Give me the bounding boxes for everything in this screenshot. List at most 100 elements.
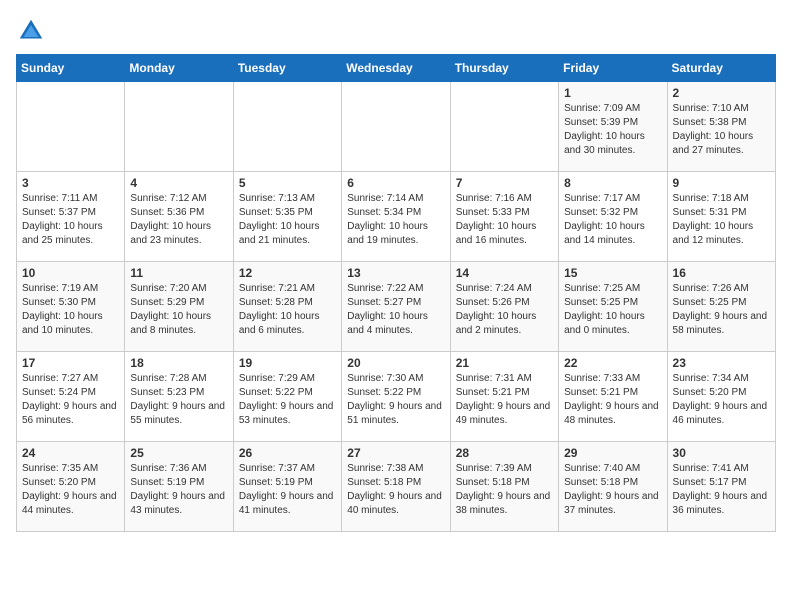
calendar-cell: 17 Sunrise: 7:27 AM Sunset: 5:24 PM Dayli… <box>17 352 125 442</box>
column-header-sunday: Sunday <box>17 55 125 82</box>
day-info: Sunrise: 7:29 AM Sunset: 5:22 PM Dayligh… <box>239 372 336 428</box>
calendar-cell: 16 Sunrise: 7:26 AM Sunset: 5:25 PM Dayli… <box>667 262 775 352</box>
day-info: Sunrise: 7:40 AM Sunset: 5:18 PM Dayligh… <box>564 462 661 518</box>
calendar-cell <box>125 82 233 172</box>
day-info: Sunrise: 7:27 AM Sunset: 5:24 PM Dayligh… <box>22 372 119 428</box>
day-number: 4 <box>130 176 227 190</box>
column-header-friday: Friday <box>559 55 667 82</box>
day-number: 29 <box>564 446 661 460</box>
day-number: 12 <box>239 266 336 280</box>
day-number: 18 <box>130 356 227 370</box>
day-info: Sunrise: 7:17 AM Sunset: 5:32 PM Dayligh… <box>564 192 661 248</box>
calendar-cell: 19 Sunrise: 7:29 AM Sunset: 5:22 PM Dayli… <box>233 352 341 442</box>
calendar-week-row: 24 Sunrise: 7:35 AM Sunset: 5:20 PM Dayli… <box>17 442 776 532</box>
day-number: 27 <box>347 446 444 460</box>
day-info: Sunrise: 7:14 AM Sunset: 5:34 PM Dayligh… <box>347 192 444 248</box>
day-number: 2 <box>673 86 770 100</box>
day-number: 15 <box>564 266 661 280</box>
day-info: Sunrise: 7:26 AM Sunset: 5:25 PM Dayligh… <box>673 282 770 338</box>
day-number: 1 <box>564 86 661 100</box>
calendar-cell: 13 Sunrise: 7:22 AM Sunset: 5:27 PM Dayli… <box>342 262 450 352</box>
column-header-thursday: Thursday <box>450 55 558 82</box>
day-number: 16 <box>673 266 770 280</box>
calendar-cell <box>450 82 558 172</box>
calendar-cell: 3 Sunrise: 7:11 AM Sunset: 5:37 PM Daylig… <box>17 172 125 262</box>
day-number: 13 <box>347 266 444 280</box>
day-info: Sunrise: 7:20 AM Sunset: 5:29 PM Dayligh… <box>130 282 227 338</box>
calendar-cell: 1 Sunrise: 7:09 AM Sunset: 5:39 PM Daylig… <box>559 82 667 172</box>
calendar-week-row: 3 Sunrise: 7:11 AM Sunset: 5:37 PM Daylig… <box>17 172 776 262</box>
calendar-cell: 25 Sunrise: 7:36 AM Sunset: 5:19 PM Dayli… <box>125 442 233 532</box>
day-number: 5 <box>239 176 336 190</box>
day-number: 23 <box>673 356 770 370</box>
day-info: Sunrise: 7:35 AM Sunset: 5:20 PM Dayligh… <box>22 462 119 518</box>
calendar-week-row: 1 Sunrise: 7:09 AM Sunset: 5:39 PM Daylig… <box>17 82 776 172</box>
day-info: Sunrise: 7:16 AM Sunset: 5:33 PM Dayligh… <box>456 192 553 248</box>
day-info: Sunrise: 7:12 AM Sunset: 5:36 PM Dayligh… <box>130 192 227 248</box>
day-info: Sunrise: 7:37 AM Sunset: 5:19 PM Dayligh… <box>239 462 336 518</box>
logo <box>16 16 50 46</box>
day-number: 9 <box>673 176 770 190</box>
day-info: Sunrise: 7:19 AM Sunset: 5:30 PM Dayligh… <box>22 282 119 338</box>
day-info: Sunrise: 7:33 AM Sunset: 5:21 PM Dayligh… <box>564 372 661 428</box>
day-number: 14 <box>456 266 553 280</box>
day-number: 19 <box>239 356 336 370</box>
calendar-cell: 28 Sunrise: 7:39 AM Sunset: 5:18 PM Dayli… <box>450 442 558 532</box>
calendar-table: SundayMondayTuesdayWednesdayThursdayFrid… <box>16 54 776 532</box>
calendar-cell: 30Sunrise: 7:41 AM Sunset: 5:17 PM Dayli… <box>667 442 775 532</box>
calendar-cell: 27 Sunrise: 7:38 AM Sunset: 5:18 PM Dayli… <box>342 442 450 532</box>
day-number: 24 <box>22 446 119 460</box>
column-header-saturday: Saturday <box>667 55 775 82</box>
day-info: Sunrise: 7:18 AM Sunset: 5:31 PM Dayligh… <box>673 192 770 248</box>
day-number: 17 <box>22 356 119 370</box>
day-info: Sunrise: 7:34 AM Sunset: 5:20 PM Dayligh… <box>673 372 770 428</box>
calendar-cell: 11 Sunrise: 7:20 AM Sunset: 5:29 PM Dayli… <box>125 262 233 352</box>
day-number: 10 <box>22 266 119 280</box>
calendar-cell: 8 Sunrise: 7:17 AM Sunset: 5:32 PM Daylig… <box>559 172 667 262</box>
calendar-cell: 21 Sunrise: 7:31 AM Sunset: 5:21 PM Dayli… <box>450 352 558 442</box>
calendar-cell: 26 Sunrise: 7:37 AM Sunset: 5:19 PM Dayli… <box>233 442 341 532</box>
day-info: Sunrise: 7:28 AM Sunset: 5:23 PM Dayligh… <box>130 372 227 428</box>
calendar-cell <box>17 82 125 172</box>
day-number: 25 <box>130 446 227 460</box>
calendar-cell: 29 Sunrise: 7:40 AM Sunset: 5:18 PM Dayli… <box>559 442 667 532</box>
day-number: 22 <box>564 356 661 370</box>
day-number: 26 <box>239 446 336 460</box>
calendar-cell: 6 Sunrise: 7:14 AM Sunset: 5:34 PM Daylig… <box>342 172 450 262</box>
column-header-tuesday: Tuesday <box>233 55 341 82</box>
calendar-cell: 22 Sunrise: 7:33 AM Sunset: 5:21 PM Dayli… <box>559 352 667 442</box>
calendar-cell: 2 Sunrise: 7:10 AM Sunset: 5:38 PM Daylig… <box>667 82 775 172</box>
calendar-cell: 20 Sunrise: 7:30 AM Sunset: 5:22 PM Dayli… <box>342 352 450 442</box>
calendar-header-row: SundayMondayTuesdayWednesdayThursdayFrid… <box>17 55 776 82</box>
day-info: Sunrise: 7:25 AM Sunset: 5:25 PM Dayligh… <box>564 282 661 338</box>
calendar-cell: 10 Sunrise: 7:19 AM Sunset: 5:30 PM Dayli… <box>17 262 125 352</box>
day-info: Sunrise: 7:36 AM Sunset: 5:19 PM Dayligh… <box>130 462 227 518</box>
day-number: 21 <box>456 356 553 370</box>
calendar-cell: 7 Sunrise: 7:16 AM Sunset: 5:33 PM Daylig… <box>450 172 558 262</box>
calendar-cell: 12Sunrise: 7:21 AM Sunset: 5:28 PM Dayli… <box>233 262 341 352</box>
day-number: 7 <box>456 176 553 190</box>
day-number: 3 <box>22 176 119 190</box>
day-info: Sunrise: 7:39 AM Sunset: 5:18 PM Dayligh… <box>456 462 553 518</box>
calendar-cell: 24 Sunrise: 7:35 AM Sunset: 5:20 PM Dayli… <box>17 442 125 532</box>
day-info: Sunrise: 7:22 AM Sunset: 5:27 PM Dayligh… <box>347 282 444 338</box>
day-number: 20 <box>347 356 444 370</box>
day-number: 11 <box>130 266 227 280</box>
day-number: 8 <box>564 176 661 190</box>
day-info: Sunrise: 7:24 AM Sunset: 5:26 PM Dayligh… <box>456 282 553 338</box>
calendar-cell: 5Sunrise: 7:13 AM Sunset: 5:35 PM Daylig… <box>233 172 341 262</box>
day-info: Sunrise: 7:11 AM Sunset: 5:37 PM Dayligh… <box>22 192 119 248</box>
day-info: Sunrise: 7:38 AM Sunset: 5:18 PM Dayligh… <box>347 462 444 518</box>
day-info: Sunrise: 7:41 AM Sunset: 5:17 PM Dayligh… <box>673 462 770 518</box>
day-info: Sunrise: 7:10 AM Sunset: 5:38 PM Dayligh… <box>673 102 770 158</box>
calendar-cell <box>233 82 341 172</box>
day-number: 6 <box>347 176 444 190</box>
page-header <box>16 16 776 46</box>
day-number: 28 <box>456 446 553 460</box>
day-info: Sunrise: 7:09 AM Sunset: 5:39 PM Dayligh… <box>564 102 661 158</box>
day-info: Sunrise: 7:30 AM Sunset: 5:22 PM Dayligh… <box>347 372 444 428</box>
calendar-cell: 14 Sunrise: 7:24 AM Sunset: 5:26 PM Dayli… <box>450 262 558 352</box>
day-info: Sunrise: 7:31 AM Sunset: 5:21 PM Dayligh… <box>456 372 553 428</box>
calendar-cell: 9 Sunrise: 7:18 AM Sunset: 5:31 PM Daylig… <box>667 172 775 262</box>
calendar-cell: 15 Sunrise: 7:25 AM Sunset: 5:25 PM Dayli… <box>559 262 667 352</box>
